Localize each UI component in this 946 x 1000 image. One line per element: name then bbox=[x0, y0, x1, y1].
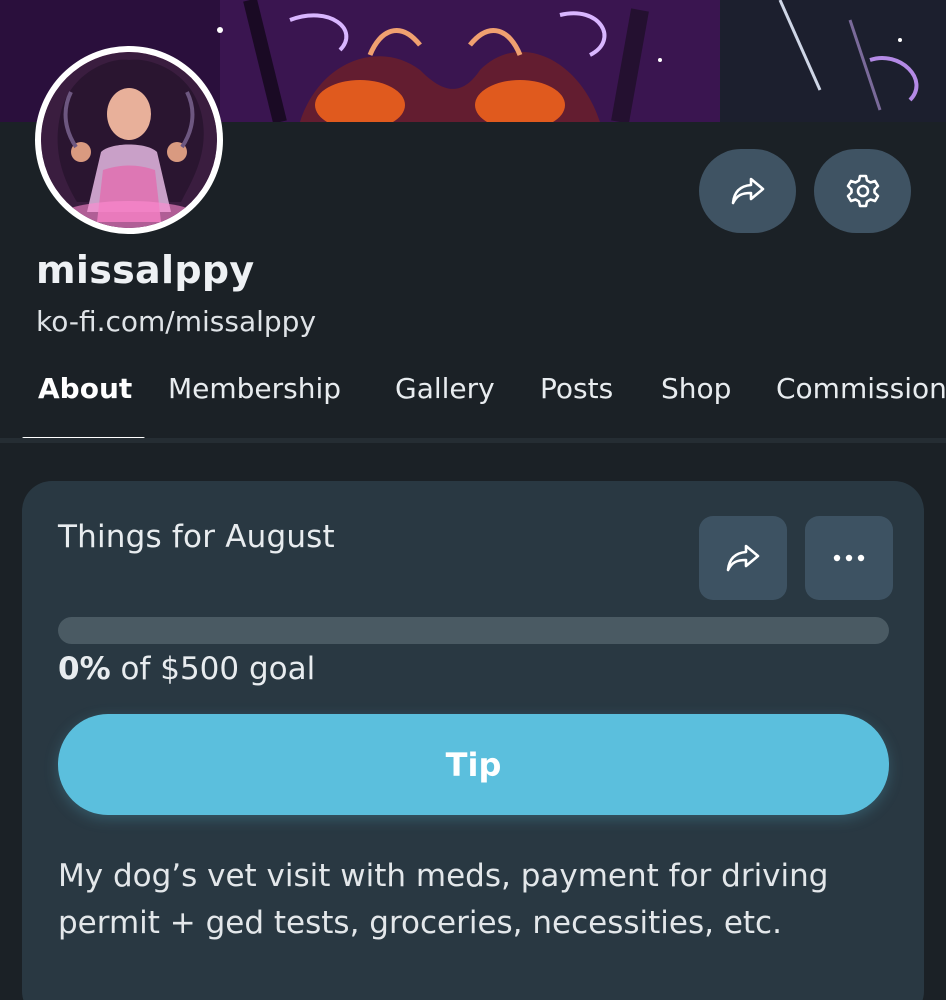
share-profile-button[interactable] bbox=[699, 149, 796, 233]
avatar[interactable] bbox=[35, 46, 223, 234]
goal-description: My dog’s vet visit with meds, payment fo… bbox=[58, 858, 829, 941]
tab-posts[interactable]: Posts bbox=[540, 372, 613, 405]
tab-gallery[interactable]: Gallery bbox=[395, 372, 495, 405]
tip-button[interactable]: Tip bbox=[58, 714, 889, 815]
gear-icon bbox=[846, 174, 879, 208]
tab-about[interactable]: About bbox=[38, 372, 132, 405]
avatar-image bbox=[41, 52, 217, 228]
tab-membership[interactable]: Membership bbox=[168, 372, 341, 405]
profile-tabs: About Membership Gallery Posts Shop Comm… bbox=[0, 360, 946, 444]
more-options-button[interactable] bbox=[805, 516, 893, 600]
settings-button[interactable] bbox=[814, 149, 911, 233]
profile-url[interactable]: ko-fi.com/missalppy bbox=[36, 305, 316, 338]
goal-percent: 0% bbox=[58, 651, 111, 687]
profile-username: missalppy bbox=[36, 248, 255, 292]
share-icon bbox=[731, 177, 764, 205]
goal-progress-bar bbox=[58, 617, 889, 644]
goal-amount: of $500 goal bbox=[110, 651, 316, 687]
goal-title: Things for August bbox=[58, 519, 335, 555]
share-icon bbox=[726, 544, 760, 572]
share-goal-button[interactable] bbox=[699, 516, 787, 600]
more-horizontal-icon bbox=[833, 554, 865, 562]
goal-progress-text: 0% of $500 goal bbox=[58, 651, 315, 687]
goal-card: Things for August 0% of $500 goal Tip My… bbox=[22, 481, 924, 1000]
tab-commissions[interactable]: Commissions bbox=[776, 372, 946, 405]
tabs-divider bbox=[0, 438, 946, 443]
tab-shop[interactable]: Shop bbox=[661, 372, 731, 405]
